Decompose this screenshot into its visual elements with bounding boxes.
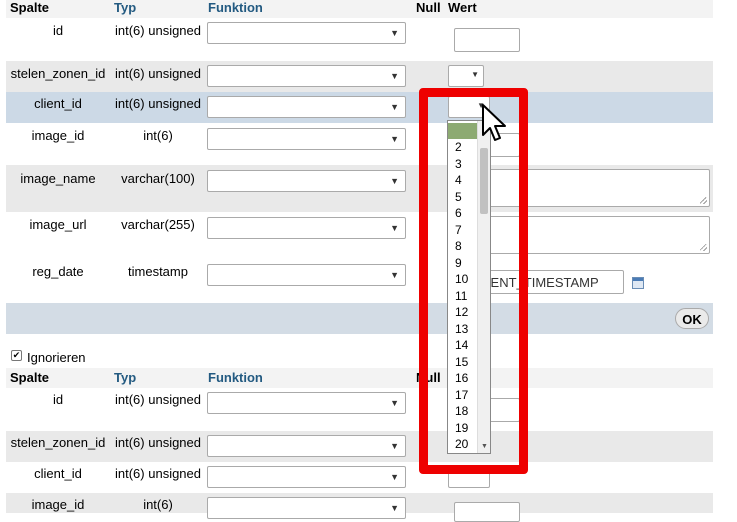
column-type: varchar(255) <box>121 217 195 232</box>
table-row: image_id int(6) ▼ <box>6 493 713 522</box>
table-header: Spalte Typ Funktion Null <box>6 368 713 388</box>
chevron-down-icon: ▼ <box>390 102 399 112</box>
column-name: stelen_zonen_id <box>10 66 106 81</box>
resize-grip-icon[interactable] <box>700 244 707 251</box>
value-input[interactable] <box>454 502 520 522</box>
column-type: int(6) <box>143 128 173 143</box>
column-type: int(6) unsigned <box>115 466 201 481</box>
value-input[interactable] <box>454 28 520 52</box>
column-type: int(6) unsigned <box>115 435 201 450</box>
function-select[interactable]: ▼ <box>207 392 406 414</box>
calendar-icon[interactable] <box>632 277 644 289</box>
function-select[interactable]: ▼ <box>207 435 406 457</box>
chevron-down-icon: ▼ <box>390 134 399 144</box>
header-typ[interactable]: Typ <box>114 0 136 15</box>
ok-button[interactable]: OK <box>675 308 709 329</box>
chevron-down-icon: ▼ <box>390 441 399 451</box>
chevron-down-icon: ▼ <box>390 28 399 38</box>
header-funktion[interactable]: Funktion <box>208 370 263 385</box>
chevron-down-icon: ▼ <box>390 176 399 186</box>
function-select[interactable]: ▼ <box>207 170 406 192</box>
header-funktion[interactable]: Funktion <box>208 0 263 15</box>
function-select[interactable]: ▼ <box>207 264 406 286</box>
table-row: image_url varchar(255) ▼ <box>6 212 713 260</box>
table-row: reg_date timestamp ▼ CURRENT_TIMESTAMP <box>6 260 713 303</box>
value-select[interactable]: ▼ <box>448 65 484 87</box>
function-select[interactable]: ▼ <box>207 22 406 44</box>
column-name: image_url <box>29 217 87 232</box>
column-name: stelen_zonen_id <box>10 435 106 450</box>
table-row: id int(6) unsigned ▼ <box>6 18 713 61</box>
function-select[interactable]: ▼ <box>207 96 406 118</box>
chevron-down-icon: ▼ <box>390 398 399 408</box>
chevron-down-icon: ▼ <box>390 270 399 280</box>
annotation-highlight-box <box>419 88 528 474</box>
chevron-down-icon: ▼ <box>390 472 399 482</box>
column-type: int(6) unsigned <box>115 96 201 111</box>
column-name: id <box>52 23 64 38</box>
chevron-down-icon: ▼ <box>390 503 399 513</box>
table-row: image_name varchar(100) ▼ <box>6 165 713 212</box>
ignore-label: Ignorieren <box>27 350 86 365</box>
column-name: image_id <box>31 128 85 143</box>
column-type: int(6) <box>143 497 173 512</box>
chevron-down-icon: ▼ <box>390 223 399 233</box>
column-name: client_id <box>34 96 82 111</box>
column-type: int(6) unsigned <box>115 66 201 81</box>
ignore-checkbox[interactable]: ✔ <box>11 350 22 361</box>
column-name: image_id <box>31 497 85 512</box>
function-select[interactable]: ▼ <box>207 65 406 87</box>
function-select[interactable]: ▼ <box>207 128 406 150</box>
column-name: id <box>52 392 64 407</box>
header-null: Null <box>416 0 441 15</box>
mouse-pointer-icon <box>482 104 506 141</box>
function-select[interactable]: ▼ <box>207 497 406 519</box>
chevron-down-icon: ▼ <box>471 70 479 79</box>
column-type: int(6) unsigned <box>115 23 201 38</box>
function-select[interactable]: ▼ <box>207 466 406 488</box>
column-type: varchar(100) <box>121 171 195 186</box>
table-row: stelen_zonen_id int(6) unsigned ▼ ▼ <box>6 61 713 92</box>
column-type: timestamp <box>128 264 188 279</box>
resize-grip-icon[interactable] <box>700 197 707 204</box>
submit-bar <box>6 303 713 334</box>
table-row: id int(6) unsigned ▼ <box>6 388 713 431</box>
table-row-highlighted: client_id int(6) unsigned ▼ ▼ <box>6 92 713 123</box>
table-header: Spalte Typ Funktion Null Wert <box>6 0 713 18</box>
header-typ[interactable]: Typ <box>114 370 136 385</box>
chevron-down-icon: ▼ <box>390 71 399 81</box>
column-name: image_name <box>20 171 96 186</box>
table-row: client_id int(6) unsigned ▼ <box>6 462 713 493</box>
header-spalte: Spalte <box>10 370 50 385</box>
table-row: stelen_zonen_id int(6) unsigned ▼ <box>6 431 713 462</box>
header-spalte: Spalte <box>10 0 50 15</box>
header-wert: Wert <box>448 0 477 15</box>
column-type: int(6) unsigned <box>115 392 201 407</box>
table-row: image_id int(6) ▼ <box>6 123 713 165</box>
column-name: client_id <box>34 466 82 481</box>
column-name: reg_date <box>32 264 84 279</box>
function-select[interactable]: ▼ <box>207 217 406 239</box>
